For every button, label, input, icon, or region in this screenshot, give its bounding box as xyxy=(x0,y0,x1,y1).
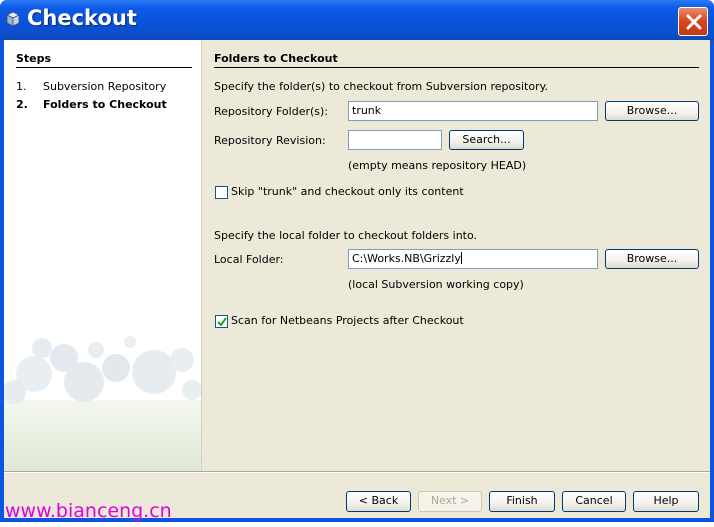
local-folder-input[interactable]: C:\Works.NB\Grizzly xyxy=(348,249,598,269)
button-bar-divider xyxy=(4,471,710,473)
scan-projects-label: Scan for Netbeans Projects after Checkou… xyxy=(231,314,464,327)
dialog-body: Steps 1. Subversion Repository 2. Folders … xyxy=(4,40,710,518)
scan-projects-checkbox[interactable] xyxy=(215,315,228,328)
close-button[interactable] xyxy=(678,7,708,36)
browse-repo-button[interactable]: Browse... xyxy=(605,101,699,121)
cancel-button[interactable]: Cancel xyxy=(562,491,626,512)
step-item-subversion-repository: 1. Subversion Repository xyxy=(16,80,166,93)
search-revision-button[interactable]: Search... xyxy=(449,130,524,150)
skip-trunk-checkbox[interactable] xyxy=(215,186,228,199)
local-note: (local Subversion working copy) xyxy=(348,278,524,291)
app-cube-icon xyxy=(6,11,20,27)
skip-trunk-label: Skip "trunk" and checkout only its conte… xyxy=(231,185,464,198)
repo-folder-input[interactable]: trunk xyxy=(348,101,598,121)
title-bar[interactable]: Checkout xyxy=(0,0,714,40)
checkout-dialog: Checkout Steps 1. Subversion Repository 2… xyxy=(0,0,714,522)
help-button[interactable]: Help xyxy=(633,491,699,512)
revision-input[interactable] xyxy=(348,130,442,150)
back-button[interactable]: < Back xyxy=(346,491,411,512)
revision-label: Repository Revision: xyxy=(214,134,326,147)
text-caret xyxy=(460,252,462,264)
local-instruction: Specify the local folder to checkout fol… xyxy=(214,229,478,242)
decorative-bubbles xyxy=(4,336,201,471)
main-panel: Folders to Checkout Specify the folder(s… xyxy=(214,40,704,471)
step-label: Subversion Repository xyxy=(43,80,167,93)
steps-heading: Steps xyxy=(16,52,52,65)
repo-folder-label: Repository Folder(s): xyxy=(214,105,329,118)
revision-note: (empty means repository HEAD) xyxy=(348,159,527,172)
step-item-folders-to-checkout: 2. Folders to Checkout xyxy=(16,98,167,111)
window-title: Checkout xyxy=(27,6,137,30)
browse-local-button[interactable]: Browse... xyxy=(605,249,699,269)
next-button[interactable]: Next > xyxy=(418,491,482,512)
local-folder-value: C:\Works.NB\Grizzly xyxy=(352,252,461,265)
section-divider xyxy=(214,67,699,68)
steps-divider xyxy=(16,67,192,68)
finish-button[interactable]: Finish xyxy=(489,491,555,512)
section-title: Folders to Checkout xyxy=(214,52,338,65)
repo-instruction: Specify the folder(s) to checkout from S… xyxy=(214,80,549,93)
close-icon xyxy=(686,14,702,30)
checkmark-icon xyxy=(217,317,227,327)
watermark-text: www.bianceng.cn xyxy=(5,500,172,522)
step-number: 1. xyxy=(16,80,27,93)
step-number: 2. xyxy=(16,98,28,111)
local-folder-label: Local Folder: xyxy=(214,253,284,266)
steps-panel: Steps 1. Subversion Repository 2. Folders … xyxy=(4,40,202,471)
step-label: Folders to Checkout xyxy=(43,98,167,111)
